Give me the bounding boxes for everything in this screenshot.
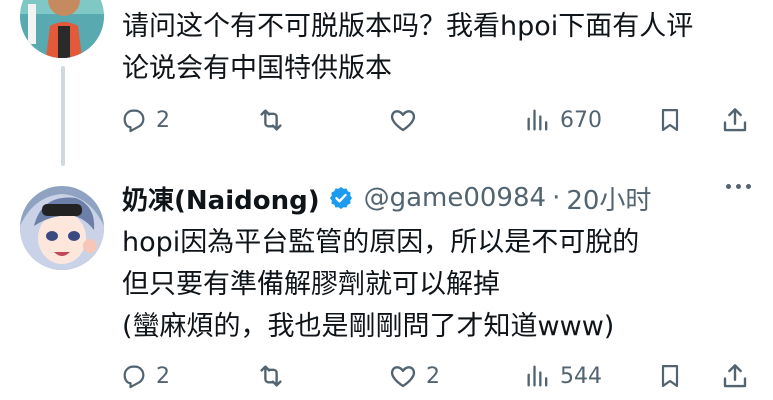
retweet-button[interactable] (256, 100, 294, 140)
views-button[interactable]: 670 (524, 100, 602, 140)
tweet-text: 请问这个有不可脱版本吗？我看hpoi下面有人评 论说会有中国特供版本 (122, 6, 693, 90)
reply-icon (120, 106, 148, 134)
views-icon (524, 362, 552, 390)
display-name[interactable]: 奶凍(Naidong) (122, 180, 320, 217)
views-count: 670 (560, 107, 602, 133)
like-count: 2 (426, 363, 440, 389)
bookmark-icon (656, 362, 684, 390)
reply-count: 2 (156, 107, 170, 133)
tweet-actions: 2 2 544 (120, 356, 759, 396)
tweet-text-line: hopi因為平台監管的原因，所以是不可脫的 (122, 227, 640, 258)
tweet-text-line: 请问这个有不可脱版本吗？我看hpoi下面有人评 (122, 11, 694, 42)
avatar[interactable] (20, 0, 104, 58)
bookmark-icon (656, 106, 684, 134)
heart-icon (388, 361, 418, 391)
timestamp[interactable]: 20小时 (566, 180, 651, 217)
more-icon[interactable] (726, 184, 751, 189)
reply-button[interactable]: 2 (120, 100, 170, 140)
tweet-text: hopi因為平台監管的原因，所以是不可脫的 但只要有準備解膠劑就可以解掉 (蠻麻… (122, 222, 639, 348)
views-icon (524, 106, 552, 134)
thread-line (61, 66, 65, 166)
like-button[interactable]: 2 (388, 356, 440, 396)
tweet-actions: 2 670 (120, 100, 759, 140)
tweet-header: 奶凍(Naidong) @game00984 · 20小时 (122, 176, 651, 220)
share-button[interactable] (720, 100, 750, 140)
reply-button[interactable]: 2 (120, 356, 170, 396)
separator-dot: · (552, 183, 561, 213)
share-button[interactable] (720, 356, 750, 396)
bookmark-button[interactable] (656, 100, 684, 140)
bookmark-button[interactable] (656, 356, 684, 396)
heart-icon (388, 105, 418, 135)
like-button[interactable] (388, 100, 426, 140)
share-icon (720, 105, 750, 135)
share-icon (720, 361, 750, 391)
retweet-button[interactable] (256, 356, 294, 396)
views-count: 544 (560, 363, 602, 389)
tweet-text-line: 论说会有中国特供版本 (122, 53, 392, 84)
reply-count: 2 (156, 363, 170, 389)
reply-icon (120, 362, 148, 390)
user-handle[interactable]: @game00984 (364, 183, 546, 213)
views-button[interactable]: 544 (524, 356, 602, 396)
retweet-icon (256, 361, 286, 391)
avatar[interactable] (20, 186, 104, 270)
tweet-text-line: 但只要有準備解膠劑就可以解掉 (122, 269, 500, 300)
verified-badge-icon (328, 185, 354, 211)
retweet-icon (256, 105, 286, 135)
tweet-text-line: (蠻麻煩的，我也是剛剛問了才知道www) (122, 311, 615, 342)
